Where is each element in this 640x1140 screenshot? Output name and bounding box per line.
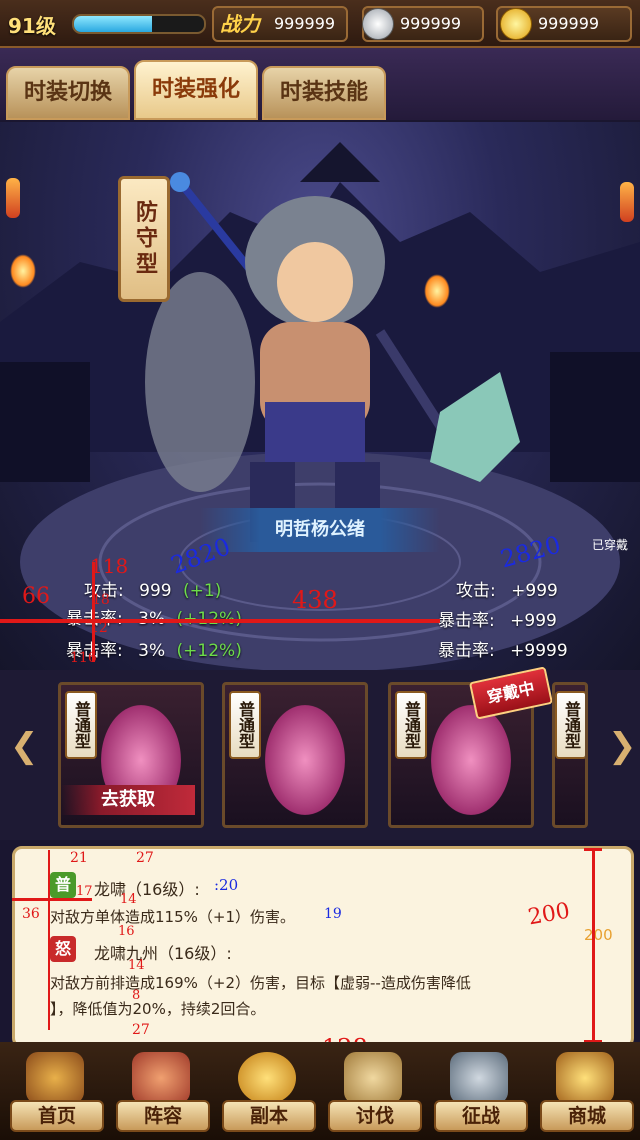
hero-scene: 防守型 明哲杨公绪 已穿戴 攻击: 999 (+1) 暴击率: 3% (+12%… [0,122,640,670]
power-label: 战力 [220,12,260,36]
annotation-red-vline [92,562,95,662]
nav-shop[interactable]: 商城 [536,1048,634,1138]
annotation-8: 8 [132,988,141,1003]
annotation-200: 200 [584,926,613,944]
tab-costume-skill[interactable]: 时装技能 [262,66,386,120]
annotation-19: 19 [324,906,342,922]
stat-value: 3% [138,641,166,661]
annotation-118: 118 [90,554,129,578]
power-display: 战力 999999 [212,6,348,42]
annotation-height-cap-top [584,848,602,851]
stat-right-crit-1: 暴击率: +999 [438,606,557,631]
card-type-tag: 普通型 [229,691,261,759]
gold-ingot-icon [500,8,532,40]
annotation-27-top: 27 [136,850,154,866]
card-type-tag: 普通型 [395,691,427,759]
nav-campaign[interactable]: 征战 [430,1048,528,1138]
stat-bonus: (+12%) [176,641,242,661]
nav-home[interactable]: 首页 [6,1048,104,1138]
silver-display[interactable]: 999999 [362,6,484,42]
nav-label: 阵容 [116,1100,210,1132]
crossed-swords-icon [450,1052,508,1104]
stat-right-crit-2: 暴击率: +9999 [438,636,568,661]
normal-skill-desc: 对敌方单体造成115%（+1）伤害。 [50,908,295,926]
costume-card-4[interactable]: 普通型 [552,682,588,828]
gold-display[interactable]: 999999 [496,6,632,42]
player-level: 91级 [8,14,56,38]
rage-skill-desc-line2: 】，降低值为20%，持续2回合。 [50,1000,266,1018]
stat-bonus: (+1) [183,581,222,601]
tab-costume-enhance[interactable]: 时装强化 [134,60,258,120]
rage-skill-badge: 怒 [50,936,76,962]
lantern-icon [620,182,634,222]
house-icon [26,1052,84,1104]
annotation-14-b: 14 [128,958,145,973]
shop-icon [556,1052,614,1104]
nav-dungeon[interactable]: 副本 [218,1048,316,1138]
annotation-red-line [0,619,440,623]
exp-bar [72,14,206,34]
normal-skill-name: 龙啸（16级）: [94,880,200,899]
torch-flame-icon [10,254,36,288]
rage-skill-name: 龙啸九州（16级）: [94,944,232,963]
defense-type-tag: 防守型 [118,176,170,302]
costume-portrait [431,705,511,815]
nav-label: 征战 [434,1100,528,1132]
annotation-17: 17 [76,884,93,899]
tab-bar: 时装切换 时装强化 时装技能 [0,48,640,120]
worn-label: 已穿戴 [591,538,628,552]
stat-label: 暴击率: [438,641,495,661]
nav-label: 首页 [10,1100,104,1132]
right-arrow-icon[interactable]: ❯ [608,726,637,766]
nav-label: 讨伐 [328,1100,422,1132]
annotation-left-vline [48,850,50,1030]
hero-figure [145,172,520,542]
annotation-66: 66 [22,584,50,609]
left-arrow-icon[interactable]: ❮ [10,726,39,766]
power-value: 999999 [274,14,336,33]
lantern-icon [6,178,20,218]
rage-skill-desc-line1: 对敌方前排造成169%（+2）伤害，目标【虚弱--造成伤害降低 [50,974,471,992]
silver-value: 999999 [400,14,462,33]
tab-costume-switch[interactable]: 时装切换 [6,66,130,120]
normal-skill-badge: 普 [50,872,76,898]
annotation-height-line [592,848,595,1042]
stat-label: 攻击: [456,581,496,601]
card-type-tag: 普通型 [65,691,97,759]
stat-value: 999 [139,581,172,601]
silver-coin-icon [362,8,394,40]
card-type-tag: 普通型 [555,691,585,759]
annotation-27-bottom: 27 [132,1022,150,1038]
costume-card-2[interactable]: 普通型 [222,682,368,828]
generals-icon [132,1052,190,1104]
annotation-438: 438 [292,586,338,614]
annotation-20: :20 [214,876,239,894]
stat-value: +999 [510,611,557,631]
nav-label: 商城 [540,1100,634,1132]
portal-icon [238,1052,296,1104]
stat-label: 暴击率: [438,611,495,631]
exp-bar-fill [74,16,152,32]
scroll-icon [344,1052,402,1104]
nav-label: 副本 [222,1100,316,1132]
annotation-36: 36 [22,906,40,922]
nav-crusade[interactable]: 讨伐 [324,1048,422,1138]
get-button[interactable]: 去获取 [61,785,195,815]
top-status-bar: 91级 战力 999999 999999 999999 [0,0,640,48]
stat-right-attack: 攻击: +999 [456,576,558,601]
nav-lineup[interactable]: 阵容 [112,1048,210,1138]
costume-portrait [265,705,345,815]
hero-name-plate: 明哲杨公绪 [200,508,440,552]
annotation-21: 21 [70,850,88,866]
annotation-red-hline [12,898,92,901]
stat-value: +999 [511,581,558,601]
gold-value: 999999 [538,14,600,33]
annotation-16: 16 [118,924,135,939]
annotation-14-a: 14 [120,892,137,907]
costume-card-1[interactable]: 普通型 去获取 [58,682,204,828]
stat-value: +9999 [510,641,568,661]
